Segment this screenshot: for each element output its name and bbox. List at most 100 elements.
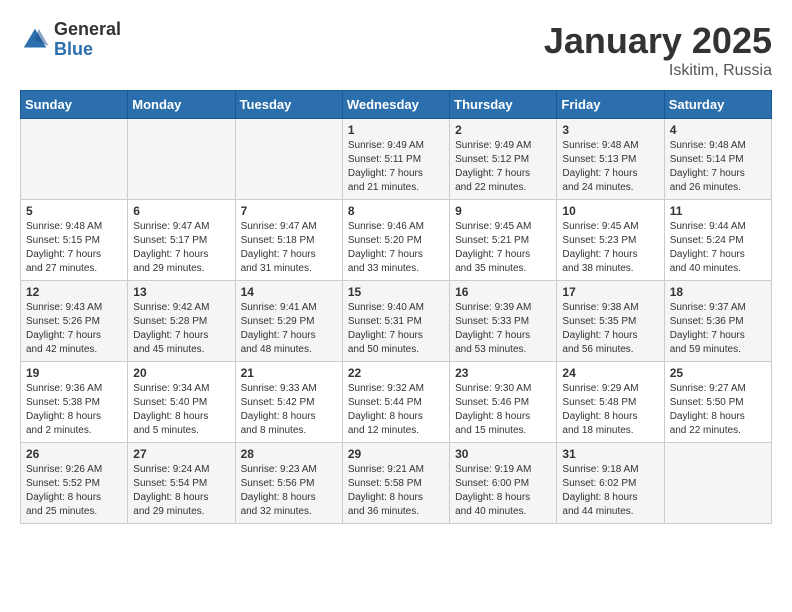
header-saturday: Saturday [664, 91, 771, 119]
calendar-cell: 14 Sunrise: 9:41 AM Sunset: 5:29 PM Dayli… [235, 281, 342, 362]
day-number: 23 [455, 366, 551, 380]
calendar-cell: 21Sunrise: 9:33 AM Sunset: 5:42 PM Dayli… [235, 362, 342, 443]
week-row-3: 19 Sunrise: 9:36 AM Sunset: 5:38 PM Dayli… [21, 362, 772, 443]
cell-content: Sunrise: 9:39 AM Sunset: 5:33 PM Dayligh… [455, 301, 551, 357]
cell-content: Sunrise: 9:46 AM Sunset: 5:20 PM Dayligh… [348, 220, 444, 276]
cell-content: Sunrise: 9:30 AM Sunset: 5:46 PM Dayligh… [455, 382, 551, 438]
calendar-cell: 18 Sunrise: 9:37 AM Sunset: 5:36 PM Dayli… [664, 281, 771, 362]
calendar-cell: 27 Sunrise: 9:24 AM Sunset: 5:54 PM Dayli… [128, 443, 235, 524]
calendar-cell: 13 Sunrise: 9:42 AM Sunset: 5:28 PM Dayli… [128, 281, 235, 362]
cell-content: Sunrise: 9:34 AM Sunset: 5:40 PM Dayligh… [133, 382, 229, 438]
logo-blue: Blue [54, 40, 121, 60]
day-number: 6 [133, 204, 229, 218]
day-number: 10 [562, 204, 658, 218]
cell-content: Sunrise: 9:43 AM Sunset: 5:26 PM Dayligh… [26, 301, 122, 357]
calendar-cell: 11 Sunrise: 9:44 AM Sunset: 5:24 PM Dayli… [664, 200, 771, 281]
cell-content: Sunrise: 9:23 AM Sunset: 5:56 PM Dayligh… [241, 463, 337, 519]
day-number: 2 [455, 123, 551, 137]
logo-general: General [54, 20, 121, 40]
calendar-cell: 16 Sunrise: 9:39 AM Sunset: 5:33 PM Dayli… [450, 281, 557, 362]
header-sunday: Sunday [21, 91, 128, 119]
calendar-cell: 12Sunrise: 9:43 AM Sunset: 5:26 PM Dayli… [21, 281, 128, 362]
day-number: 27 [133, 447, 229, 461]
calendar-cell: 23 Sunrise: 9:30 AM Sunset: 5:46 PM Dayli… [450, 362, 557, 443]
day-number: 29 [348, 447, 444, 461]
calendar-cell: 17 Sunrise: 9:38 AM Sunset: 5:35 PM Dayli… [557, 281, 664, 362]
calendar-cell [21, 119, 128, 200]
cell-content: Sunrise: 9:44 AM Sunset: 5:24 PM Dayligh… [670, 220, 766, 276]
calendar-cell: 9Sunrise: 9:45 AM Sunset: 5:21 PM Daylig… [450, 200, 557, 281]
calendar-cell: 28 Sunrise: 9:23 AM Sunset: 5:56 PM Dayli… [235, 443, 342, 524]
week-row-2: 12Sunrise: 9:43 AM Sunset: 5:26 PM Dayli… [21, 281, 772, 362]
logo-text: General Blue [54, 20, 121, 60]
cell-content: Sunrise: 9:45 AM Sunset: 5:23 PM Dayligh… [562, 220, 658, 276]
day-number: 14 [241, 285, 337, 299]
day-number: 15 [348, 285, 444, 299]
day-number: 1 [348, 123, 444, 137]
day-number: 11 [670, 204, 766, 218]
location: Iskitim, Russia [544, 62, 772, 80]
day-number: 18 [670, 285, 766, 299]
calendar-cell: 2 Sunrise: 9:49 AM Sunset: 5:12 PM Daylig… [450, 119, 557, 200]
day-number: 5 [26, 204, 122, 218]
cell-content: Sunrise: 9:48 AM Sunset: 5:14 PM Dayligh… [670, 139, 766, 195]
week-row-1: 5 Sunrise: 9:48 AM Sunset: 5:15 PM Daylig… [21, 200, 772, 281]
calendar-cell: 7Sunrise: 9:47 AM Sunset: 5:18 PM Daylig… [235, 200, 342, 281]
cell-content: Sunrise: 9:36 AM Sunset: 5:38 PM Dayligh… [26, 382, 122, 438]
day-number: 19 [26, 366, 122, 380]
day-number: 22 [348, 366, 444, 380]
day-number: 24 [562, 366, 658, 380]
day-number: 20 [133, 366, 229, 380]
cell-content: Sunrise: 9:48 AM Sunset: 5:13 PM Dayligh… [562, 139, 658, 195]
cell-content: Sunrise: 9:24 AM Sunset: 5:54 PM Dayligh… [133, 463, 229, 519]
day-number: 3 [562, 123, 658, 137]
day-number: 4 [670, 123, 766, 137]
calendar-cell: 30Sunrise: 9:19 AM Sunset: 6:00 PM Dayli… [450, 443, 557, 524]
cell-content: Sunrise: 9:19 AM Sunset: 6:00 PM Dayligh… [455, 463, 551, 519]
header-monday: Monday [128, 91, 235, 119]
cell-content: Sunrise: 9:38 AM Sunset: 5:35 PM Dayligh… [562, 301, 658, 357]
calendar-cell: 6Sunrise: 9:47 AM Sunset: 5:17 PM Daylig… [128, 200, 235, 281]
cell-content: Sunrise: 9:48 AM Sunset: 5:15 PM Dayligh… [26, 220, 122, 276]
calendar-cell [235, 119, 342, 200]
day-number: 26 [26, 447, 122, 461]
cell-content: Sunrise: 9:29 AM Sunset: 5:48 PM Dayligh… [562, 382, 658, 438]
week-row-0: 1 Sunrise: 9:49 AM Sunset: 5:11 PM Daylig… [21, 119, 772, 200]
cell-content: Sunrise: 9:45 AM Sunset: 5:21 PM Dayligh… [455, 220, 551, 276]
cell-content: Sunrise: 9:18 AM Sunset: 6:02 PM Dayligh… [562, 463, 658, 519]
cell-content: Sunrise: 9:42 AM Sunset: 5:28 PM Dayligh… [133, 301, 229, 357]
day-number: 13 [133, 285, 229, 299]
day-number: 31 [562, 447, 658, 461]
cell-content: Sunrise: 9:37 AM Sunset: 5:36 PM Dayligh… [670, 301, 766, 357]
calendar-cell: 3 Sunrise: 9:48 AM Sunset: 5:13 PM Daylig… [557, 119, 664, 200]
cell-content: Sunrise: 9:41 AM Sunset: 5:29 PM Dayligh… [241, 301, 337, 357]
day-number: 25 [670, 366, 766, 380]
calendar-cell: 1 Sunrise: 9:49 AM Sunset: 5:11 PM Daylig… [342, 119, 449, 200]
week-row-4: 26Sunrise: 9:26 AM Sunset: 5:52 PM Dayli… [21, 443, 772, 524]
calendar-cell: 19 Sunrise: 9:36 AM Sunset: 5:38 PM Dayli… [21, 362, 128, 443]
day-number: 7 [241, 204, 337, 218]
calendar-cell: 10 Sunrise: 9:45 AM Sunset: 5:23 PM Dayli… [557, 200, 664, 281]
title-block: January 2025 Iskitim, Russia [544, 20, 772, 80]
header-wednesday: Wednesday [342, 91, 449, 119]
calendar-cell [664, 443, 771, 524]
calendar-cell: 15Sunrise: 9:40 AM Sunset: 5:31 PM Dayli… [342, 281, 449, 362]
header-friday: Friday [557, 91, 664, 119]
calendar-cell: 25Sunrise: 9:27 AM Sunset: 5:50 PM Dayli… [664, 362, 771, 443]
cell-content: Sunrise: 9:21 AM Sunset: 5:58 PM Dayligh… [348, 463, 444, 519]
header-tuesday: Tuesday [235, 91, 342, 119]
cell-content: Sunrise: 9:49 AM Sunset: 5:12 PM Dayligh… [455, 139, 551, 195]
day-number: 17 [562, 285, 658, 299]
calendar-cell: 29 Sunrise: 9:21 AM Sunset: 5:58 PM Dayli… [342, 443, 449, 524]
cell-content: Sunrise: 9:49 AM Sunset: 5:11 PM Dayligh… [348, 139, 444, 195]
cell-content: Sunrise: 9:32 AM Sunset: 5:44 PM Dayligh… [348, 382, 444, 438]
day-number: 28 [241, 447, 337, 461]
page-header: General Blue January 2025 Iskitim, Russi… [20, 20, 772, 80]
header-thursday: Thursday [450, 91, 557, 119]
month-title: January 2025 [544, 20, 772, 62]
day-number: 8 [348, 204, 444, 218]
calendar-cell: 20 Sunrise: 9:34 AM Sunset: 5:40 PM Dayli… [128, 362, 235, 443]
calendar-cell [128, 119, 235, 200]
day-number: 16 [455, 285, 551, 299]
cell-content: Sunrise: 9:33 AM Sunset: 5:42 PM Dayligh… [241, 382, 337, 438]
